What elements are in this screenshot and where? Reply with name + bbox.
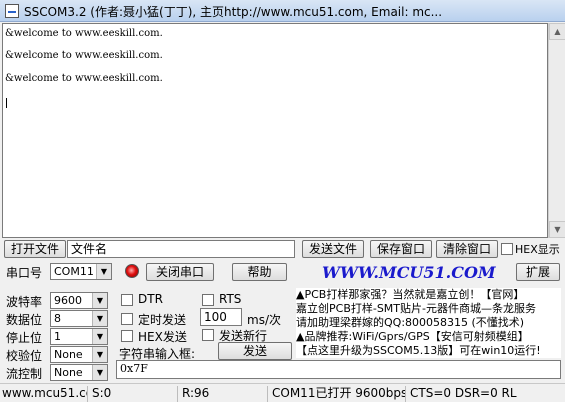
dtr-checkbox[interactable] xyxy=(121,294,133,306)
ad-line[interactable]: ▲品牌推荐:WiFi/Gprs/GPS【安信可射频模组】 xyxy=(296,330,561,344)
data-bits-label: 数据位 xyxy=(6,313,43,327)
send-input[interactable]: 0x7F xyxy=(116,360,561,379)
open-file-button[interactable]: 打开文件 xyxy=(4,240,66,258)
chevron-down-icon[interactable]: ▼ xyxy=(96,264,111,279)
terminal-line: &welcome to www.eeskill.com. xyxy=(5,73,163,84)
dtr-label: DTR xyxy=(138,292,163,306)
hex-send-label: HEX发送 xyxy=(138,330,187,344)
terminal-line: &welcome to www.eeskill.com. xyxy=(5,50,163,61)
send-file-button[interactable]: 发送文件 xyxy=(302,240,364,258)
status-sent-count: S:0 xyxy=(90,386,178,402)
baud-label: 波特率 xyxy=(6,295,43,309)
stop-bits-label: 停止位 xyxy=(6,331,43,345)
scroll-down-icon[interactable]: ▼ xyxy=(549,221,565,238)
baud-value: 9600 xyxy=(54,294,82,307)
parity-value: None xyxy=(54,348,83,361)
hex-display-checkbox[interactable] xyxy=(501,243,513,255)
hex-send-checkbox[interactable] xyxy=(121,330,133,342)
status-website[interactable]: www.mcu51.cor xyxy=(0,386,88,402)
chevron-down-icon[interactable]: ▼ xyxy=(92,365,107,380)
flow-control-select[interactable]: None ▼ xyxy=(50,364,108,381)
ad-line[interactable]: 请加助理梁群嫁的QQ:800058315 (不懂找术) xyxy=(296,316,561,330)
status-signals: CTS=0 DSR=0 RL xyxy=(410,386,517,400)
port-status-led-icon xyxy=(125,264,139,278)
terminal-line: &welcome to www.eeskill.com. xyxy=(5,28,163,39)
ad-panel[interactable]: ▲PCB打样那家强？当然就是嘉立创！【官网】 嘉立创PCB打样-SMT贴片-元器… xyxy=(296,288,561,358)
send-newline-checkbox[interactable] xyxy=(202,329,214,341)
scroll-up-icon[interactable]: ▲ xyxy=(549,23,565,40)
window-title: SSCOM3.2 (作者:聂小猛(丁丁), 主页http://www.mcu51… xyxy=(24,5,443,19)
flow-control-value: None xyxy=(54,366,83,379)
chevron-down-icon[interactable]: ▼ xyxy=(92,293,107,308)
vertical-scrollbar[interactable]: ▲ ▼ xyxy=(548,23,565,238)
expand-button[interactable]: 扩展 xyxy=(516,263,560,281)
ad-line[interactable]: 【点这里升级为SSCOM5.13版】可在win10运行! xyxy=(296,344,561,358)
interval-field[interactable]: 100 xyxy=(200,308,242,326)
stop-bits-select[interactable]: 1 ▼ xyxy=(50,328,108,345)
port-value: COM11 xyxy=(54,265,94,278)
clear-window-button[interactable]: 清除窗口 xyxy=(436,240,498,258)
rts-checkbox[interactable] xyxy=(202,294,214,306)
save-window-button[interactable]: 保存窗口 xyxy=(370,240,432,258)
baud-select[interactable]: 9600 ▼ xyxy=(50,292,108,309)
parity-label: 校验位 xyxy=(6,349,43,363)
app-icon xyxy=(5,4,19,18)
ad-line[interactable]: ▲PCB打样那家强？当然就是嘉立创！【官网】 xyxy=(296,288,561,302)
rts-label: RTS xyxy=(219,292,242,306)
timed-send-checkbox[interactable] xyxy=(121,313,133,325)
data-bits-select[interactable]: 8 ▼ xyxy=(50,310,108,327)
port-select[interactable]: COM11 ▼ xyxy=(50,263,112,280)
hex-display-label: HEX显示 xyxy=(515,243,560,256)
stop-bits-value: 1 xyxy=(54,330,61,343)
help-button[interactable]: 帮助 xyxy=(232,263,287,281)
ad-line[interactable]: 嘉立创PCB打样-SMT贴片-元器件商城—条龙服务 xyxy=(296,302,561,316)
text-caret xyxy=(6,98,7,108)
send-button[interactable]: 发送 xyxy=(218,342,292,360)
status-received-count: R:96 xyxy=(180,386,268,402)
chevron-down-icon[interactable]: ▼ xyxy=(92,329,107,344)
title-bar: SSCOM3.2 (作者:聂小猛(丁丁), 主页http://www.mcu51… xyxy=(0,0,565,22)
interval-unit: ms/次 xyxy=(247,313,281,327)
flow-control-label: 流控制 xyxy=(6,367,43,381)
timed-send-label: 定时发送 xyxy=(138,313,187,327)
filename-field[interactable]: 文件名 xyxy=(67,240,295,258)
close-port-button[interactable]: 关闭串口 xyxy=(146,263,214,281)
receive-area[interactable]: &welcome to www.eeskill.com. &welcome to… xyxy=(2,23,548,238)
status-bar: www.mcu51.cor S:0 R:96 COM11已打开 9600bps … xyxy=(0,383,565,402)
port-label: 串口号 xyxy=(6,266,43,280)
chevron-down-icon[interactable]: ▼ xyxy=(92,347,107,362)
parity-select[interactable]: None ▼ xyxy=(50,346,108,363)
data-bits-value: 8 xyxy=(54,312,61,325)
website-logo: WWW.MCU51.COM xyxy=(322,263,496,282)
status-port-info: COM11已打开 9600bps 8 xyxy=(272,386,406,402)
chevron-down-icon[interactable]: ▼ xyxy=(92,311,107,326)
